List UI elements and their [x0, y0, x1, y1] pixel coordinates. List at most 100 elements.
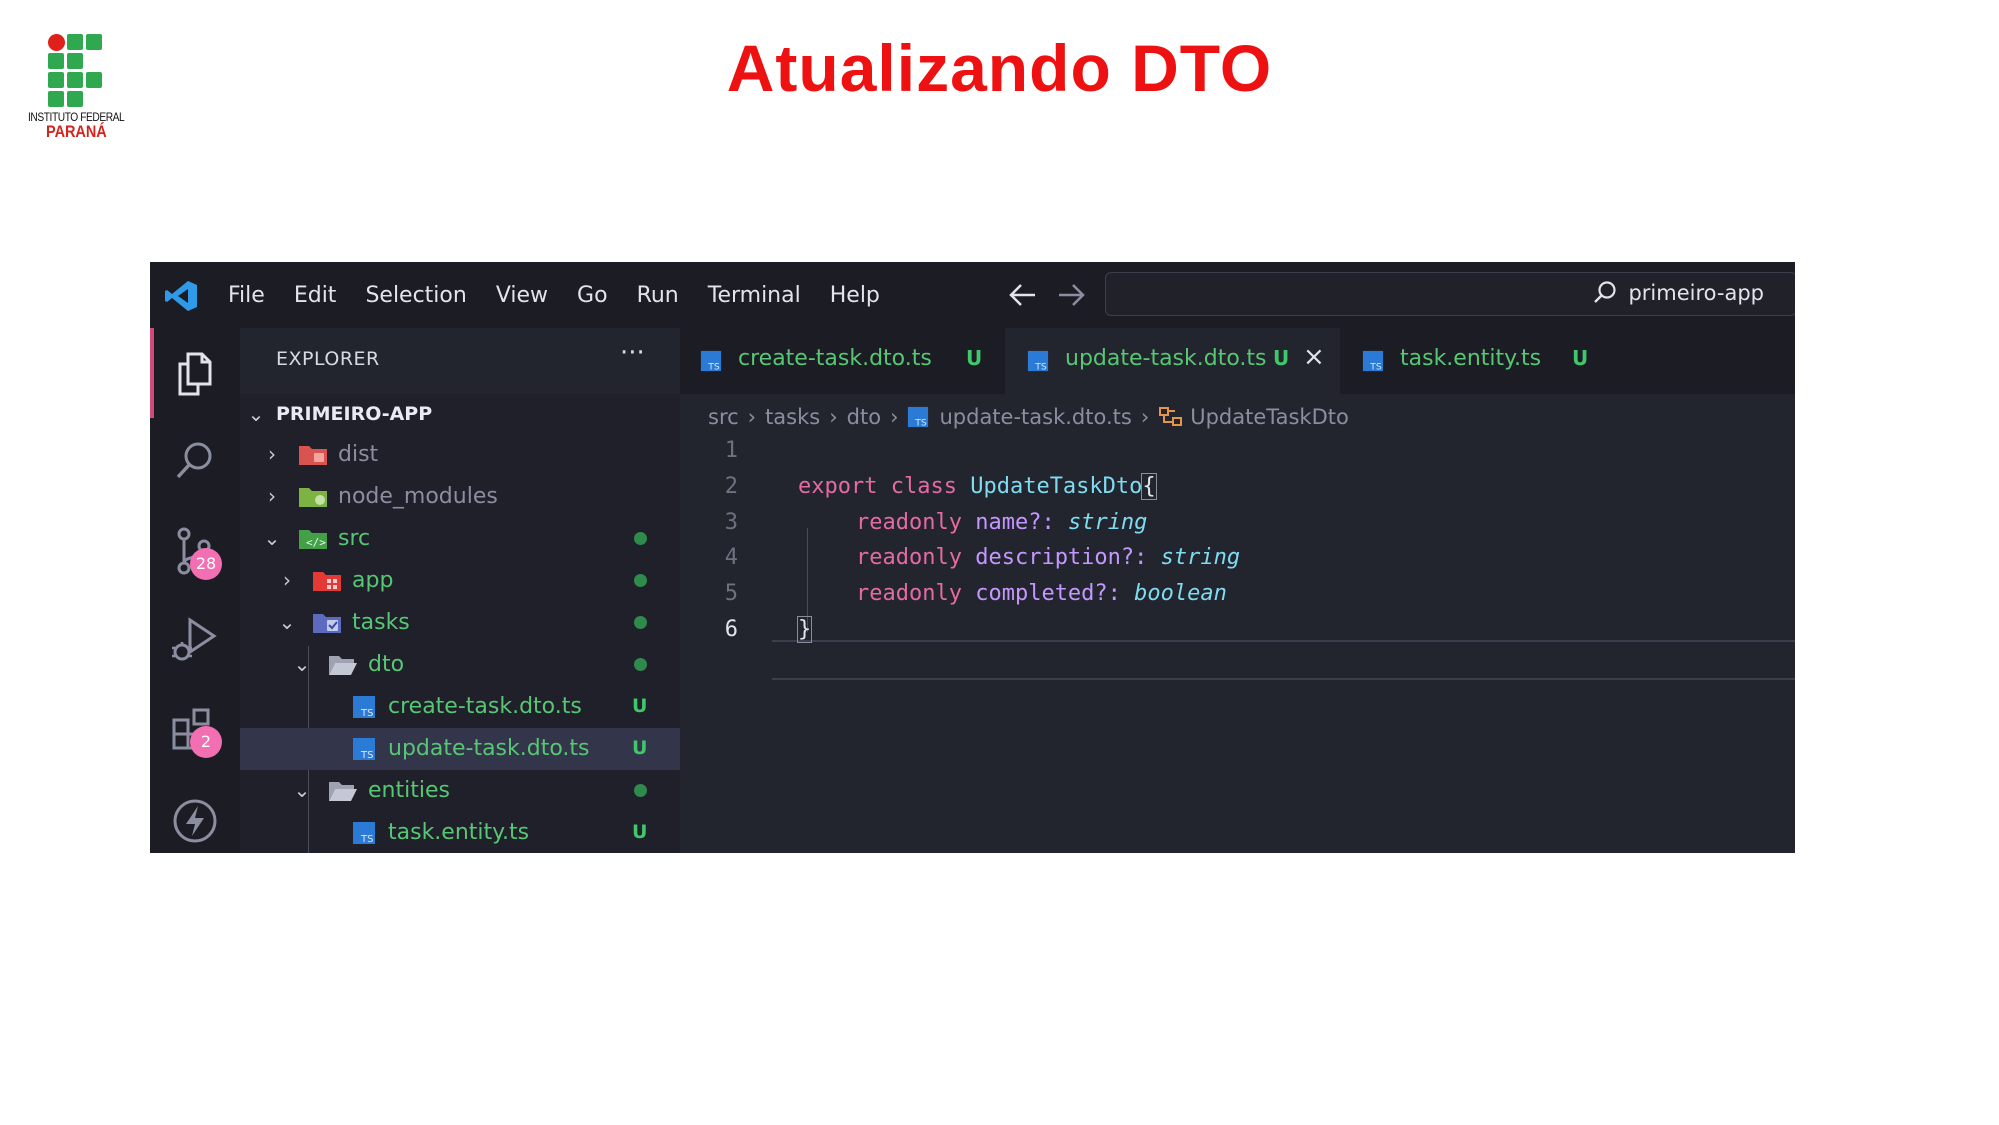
explorer-title: EXPLORER: [276, 348, 380, 370]
menu-view[interactable]: View: [496, 283, 548, 308]
tree-item-label: create-task.dto.ts: [388, 694, 582, 719]
workspace-name: primeiro-app: [1628, 281, 1764, 305]
tree-item-update-task-dto[interactable]: TS update-task.dto.ts U: [240, 728, 680, 770]
folder-src-icon: </>: [299, 530, 327, 549]
command-center-search[interactable]: primeiro-app: [1105, 272, 1795, 316]
line-number: 2: [724, 474, 738, 499]
tree-item-tasks[interactable]: ⌄ tasks: [240, 602, 680, 644]
tree-item-label: entities: [368, 778, 450, 803]
breadcrumb-file[interactable]: update-task.dto.ts: [939, 405, 1131, 429]
tree-item-src[interactable]: ⌄ </> src: [240, 518, 680, 560]
code-line-6: }: [796, 616, 813, 643]
vscode-logo-icon: [165, 281, 197, 311]
breadcrumb-symbol[interactable]: UpdateTaskDto: [1190, 405, 1349, 429]
svg-text:TS: TS: [360, 708, 373, 719]
tree-item-entities[interactable]: ⌄ entities: [240, 770, 680, 812]
close-tab-icon[interactable]: ×: [1303, 342, 1325, 372]
explorer-header: EXPLORER ···: [240, 328, 680, 394]
typescript-file-icon: TS: [353, 696, 375, 719]
menu-terminal[interactable]: Terminal: [708, 283, 801, 308]
tree-item-label: dist: [338, 442, 379, 467]
chevron-down-icon: ⌄: [263, 526, 281, 550]
tree-item-label: app: [352, 568, 394, 593]
breadcrumb-src[interactable]: src: [708, 405, 739, 429]
tree-item-task-entity[interactable]: TS task.entity.ts U: [240, 812, 680, 853]
tab-update-task-dto[interactable]: TS update-task.dto.ts U ×: [1005, 328, 1340, 394]
menu-edit[interactable]: Edit: [294, 283, 337, 308]
source-control-badge: 28: [190, 548, 222, 580]
tab-task-entity[interactable]: TS task.entity.ts U: [1340, 328, 1615, 394]
tab-create-task-dto[interactable]: TS create-task.dto.ts U: [680, 328, 1005, 394]
git-untracked-badge: U: [1273, 346, 1290, 370]
tab-label: task.entity.ts: [1400, 346, 1542, 371]
git-modified-dot: [634, 616, 647, 629]
typescript-file-icon: TS: [1362, 350, 1384, 372]
menu-file[interactable]: File: [228, 283, 265, 308]
svg-text:TS: TS: [915, 417, 928, 428]
svg-text:TS: TS: [360, 750, 373, 761]
git-modified-dot: [634, 532, 647, 545]
typescript-file-icon: TS: [908, 406, 929, 428]
menu-selection[interactable]: Selection: [365, 283, 466, 308]
menu-bar: File Edit Selection View Go Run Terminal…: [228, 262, 909, 328]
search-icon[interactable]: [168, 434, 222, 488]
line-number: 5: [724, 581, 738, 606]
tree-item-label: src: [338, 526, 371, 551]
git-untracked-badge: U: [632, 737, 648, 759]
tab-label: create-task.dto.ts: [738, 346, 932, 371]
forward-arrow-icon[interactable]: [1056, 282, 1086, 308]
tree-item-node-modules[interactable]: › node_modules: [240, 476, 680, 518]
chevron-down-icon: ⌄: [293, 778, 311, 802]
chevron-right-icon: ›: [283, 568, 291, 592]
vscode-window: File Edit Selection View Go Run Terminal…: [150, 262, 1795, 853]
activity-bar: 28 2: [150, 328, 240, 853]
lightning-icon[interactable]: [168, 794, 222, 848]
breadcrumb-tasks[interactable]: tasks: [765, 405, 820, 429]
git-modified-dot: [634, 574, 647, 587]
folder-app-icon: [313, 572, 341, 591]
tab-bar: TS create-task.dto.ts U TS update-task.d…: [680, 328, 1795, 394]
folder-open-icon: [329, 782, 357, 801]
svg-text:TS: TS: [1034, 361, 1047, 372]
tab-label: update-task.dto.ts: [1065, 346, 1267, 371]
back-arrow-icon[interactable]: [1008, 282, 1038, 308]
tree-item-app[interactable]: › app: [240, 560, 680, 602]
typescript-file-icon: TS: [700, 350, 722, 372]
line-number-current: 6: [724, 617, 738, 642]
svg-text:TS: TS: [707, 361, 720, 372]
menu-go[interactable]: Go: [577, 283, 608, 308]
chevron-down-icon: ⌄: [293, 652, 311, 676]
explorer-icon[interactable]: [168, 346, 222, 400]
folder-tasks-icon: [313, 614, 341, 633]
folder-open-icon: [329, 656, 357, 675]
typescript-file-icon: TS: [1027, 350, 1049, 372]
workspace-root[interactable]: ⌄ PRIMEIRO-APP: [240, 394, 680, 434]
tree-item-create-task-dto[interactable]: TS create-task.dto.ts U: [240, 686, 680, 728]
menu-run[interactable]: Run: [637, 283, 679, 308]
chevron-right-icon: ›: [268, 484, 276, 508]
title-bar: File Edit Selection View Go Run Terminal…: [150, 262, 1795, 328]
menu-help[interactable]: Help: [830, 283, 880, 308]
svg-text:TS: TS: [360, 834, 373, 845]
search-icon: [1594, 281, 1616, 303]
tree-item-label: tasks: [352, 610, 410, 635]
explorer-sidebar: EXPLORER ··· ⌄ PRIMEIRO-APP › dist › nod…: [240, 328, 680, 853]
git-untracked-badge: U: [632, 821, 648, 843]
line-number: 4: [724, 545, 738, 570]
typescript-file-icon: TS: [353, 822, 375, 845]
tree-item-label: node_modules: [338, 484, 498, 509]
tree-item-dto[interactable]: ⌄ dto: [240, 644, 680, 686]
extensions-badge: 2: [190, 726, 222, 758]
tree-item-dist[interactable]: › dist: [240, 434, 680, 476]
code-editor[interactable]: 1 2 3 4 5 6 export class UpdateTaskDto{ …: [680, 434, 1795, 853]
breadcrumb-dto[interactable]: dto: [847, 405, 881, 429]
code-line-4: readonly description?: string: [856, 545, 1241, 570]
class-symbol-icon: [1159, 407, 1183, 426]
run-debug-icon[interactable]: [168, 614, 222, 668]
logo-text-line2: PARANÁ: [46, 122, 107, 141]
slide-title: Atualizando DTO: [726, 31, 1273, 105]
active-indicator: [150, 328, 154, 418]
more-actions-button[interactable]: ···: [620, 338, 645, 368]
folder-node-icon: [299, 488, 327, 507]
git-modified-dot: [634, 658, 647, 671]
